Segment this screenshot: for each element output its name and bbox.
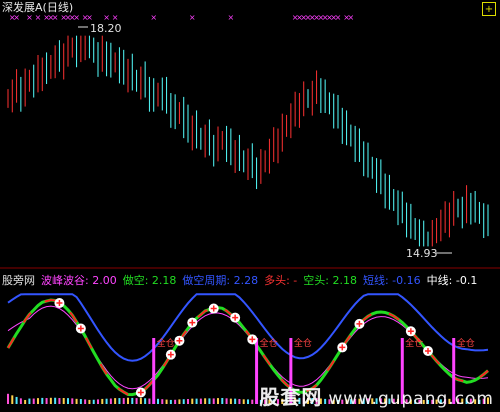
volume-bar <box>204 398 207 404</box>
high-price-label: 18.20 <box>90 22 122 35</box>
volume-bar <box>208 398 211 404</box>
volume-bar <box>199 398 202 404</box>
signal-x-mark: × <box>348 13 355 22</box>
indicator-item: 短线: -0.16 <box>362 274 421 287</box>
expand-button[interactable]: + <box>482 2 496 16</box>
volume-bar <box>114 398 117 404</box>
volume-bar <box>247 399 249 404</box>
indicator-item: 做空: 2.18 <box>122 274 177 287</box>
watermark-url: www.gupang.com <box>328 389 494 409</box>
volume-bar <box>88 399 91 404</box>
signal-x-mark: × <box>189 13 196 22</box>
signal-x-mark: × <box>228 13 235 22</box>
volume-bar <box>24 399 27 404</box>
volume-bar <box>54 397 57 404</box>
volume-bar <box>127 397 129 404</box>
volume-bar <box>79 399 82 404</box>
volume-bar <box>84 399 87 404</box>
volume-bar <box>174 399 177 404</box>
signal-x-mark: × <box>13 13 20 22</box>
volume-bar <box>187 399 189 404</box>
volume-bar <box>225 398 228 404</box>
volume-bar <box>234 398 237 404</box>
position-label: 全仓 <box>405 337 423 349</box>
volume-bar <box>217 398 219 404</box>
candlestick-pane <box>7 26 489 254</box>
volume-bar <box>161 399 164 404</box>
indicator-legend: 股旁网 波峰波谷: 2.00 做空: 2.18 做空周期: 2.28 多头: - 空头:… <box>2 274 477 287</box>
volume-bar <box>45 398 48 404</box>
volume-bar <box>157 398 159 404</box>
indicator-name: 股旁网 <box>2 274 35 287</box>
signal-x-mark: × <box>73 13 80 22</box>
volume-bar <box>178 399 181 404</box>
volume-bar <box>118 398 121 404</box>
volume-bar <box>221 397 224 404</box>
signal-x-mark: × <box>335 13 342 22</box>
volume-bar <box>122 398 125 404</box>
indicator-item: 多头: - <box>264 274 298 287</box>
low-price-label: 14.93 <box>406 247 438 260</box>
watermark-text: 股套网 <box>259 385 323 409</box>
volume-bar <box>144 398 147 404</box>
volume-bar <box>212 398 215 404</box>
indicator-item: 做空周期: 2.28 <box>182 274 259 287</box>
signal-x-mark: × <box>112 13 119 22</box>
signal-x-mark: × <box>26 13 33 22</box>
volume-bar <box>67 398 69 404</box>
volume-bar <box>109 398 112 404</box>
volume-bar <box>238 399 241 404</box>
volume-bar <box>92 399 95 404</box>
signal-x-mark: × <box>86 13 93 22</box>
volume-bar <box>97 399 99 404</box>
volume-bar <box>195 398 198 404</box>
volume-bar <box>28 398 31 404</box>
volume-bar <box>148 398 151 404</box>
position-label: 全仓 <box>457 337 475 349</box>
volume-bar <box>11 395 14 404</box>
volume-bar <box>182 399 185 404</box>
volume-bar <box>32 398 35 404</box>
volume-bar <box>58 398 61 404</box>
volume-bar <box>229 398 232 404</box>
indicator-item: 波峰波谷: 2.00 <box>41 274 117 287</box>
volume-bar <box>105 398 108 404</box>
volume-bar <box>7 393 9 404</box>
volume-bar <box>101 398 104 404</box>
volume-bar <box>49 397 52 404</box>
position-label: 全仓 <box>157 337 175 349</box>
volume-bar <box>15 396 18 404</box>
volume-bar <box>135 398 138 404</box>
volume-bar <box>19 398 22 404</box>
volume-bar <box>75 398 78 404</box>
volume-bar <box>251 399 254 404</box>
indicator-item: 中线: -0.1 <box>426 274 478 287</box>
signal-x-mark: × <box>35 13 42 22</box>
signal-x-mark: × <box>150 13 157 22</box>
signal-x-mark: × <box>103 13 110 22</box>
volume-bar <box>242 399 245 404</box>
signal-marker-row: ×× × × ××× ×××× ×× × × × × × ××××××××××× ×× <box>9 13 354 22</box>
volume-bar <box>131 397 134 404</box>
indicator-item: 空头: 2.18 <box>303 274 357 287</box>
signal-x-mark: × <box>52 13 59 22</box>
volume-bar <box>169 399 172 404</box>
volume-bar <box>139 397 142 404</box>
kline-chart: ×× × × ××× ×××× ×× × × × × × ××××××××××× ×× 全仓 全仓 全仓 全仓… <box>0 13 500 404</box>
volume-bar <box>37 398 39 404</box>
volume-bar <box>41 397 44 404</box>
volume-bar <box>191 398 194 404</box>
position-label: 全仓 <box>294 337 312 349</box>
volume-bar <box>62 398 65 404</box>
chart-title: 深发展A(日线) <box>2 1 74 14</box>
position-label: 全仓 <box>260 337 278 349</box>
watermark: 股套网 www.gupang.com <box>259 381 494 410</box>
volume-bar <box>165 399 168 404</box>
volume-bar <box>71 398 74 404</box>
